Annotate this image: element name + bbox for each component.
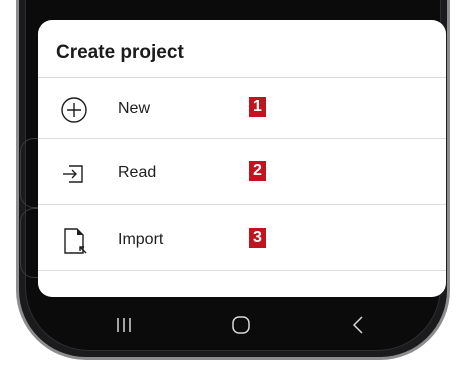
sign-in-icon	[58, 158, 90, 190]
create-project-sheet: Create project New 1 Read 2 Import 3	[38, 20, 446, 297]
menu-item-label: Read	[118, 164, 157, 181]
recent-apps-button[interactable]	[110, 312, 140, 340]
menu-item-label: New	[118, 100, 151, 117]
menu-item-label: Import	[118, 231, 164, 248]
step-badge: 3	[249, 228, 266, 248]
home-icon	[226, 316, 256, 344]
divider	[38, 204, 446, 205]
divider	[38, 138, 446, 139]
sheet-title: Create project	[56, 42, 184, 63]
import-file-icon	[58, 225, 90, 257]
home-button[interactable]	[226, 312, 256, 340]
step-badge: 1	[249, 97, 266, 117]
divider	[38, 270, 446, 271]
recent-apps-icon	[110, 318, 140, 344]
menu-item-read[interactable]: Read 2	[38, 142, 446, 206]
back-button[interactable]	[343, 312, 373, 340]
menu-item-import[interactable]: Import 3	[38, 209, 446, 273]
plus-circle-icon	[58, 94, 90, 126]
back-icon	[343, 316, 373, 344]
step-badge: 2	[249, 161, 266, 181]
menu-item-new[interactable]: New 1	[38, 78, 446, 142]
